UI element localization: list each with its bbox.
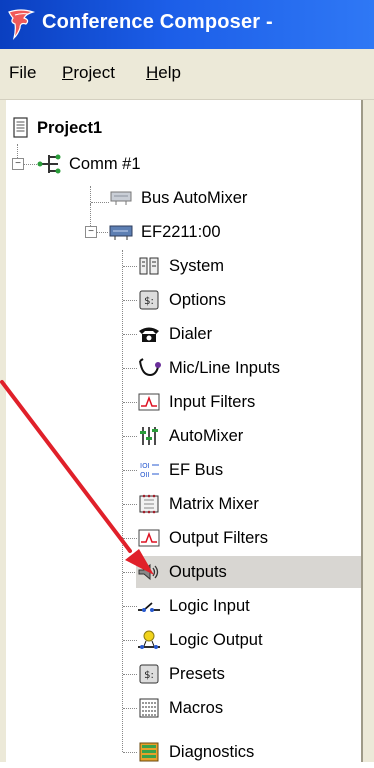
tree-node-automixer[interactable]: AutoMixer xyxy=(136,420,246,452)
logic-input-icon xyxy=(138,602,160,612)
tree-node-label: EF Bus xyxy=(169,460,224,479)
bus-icon: IOI OII xyxy=(140,462,159,479)
window-frame-right xyxy=(362,100,374,762)
menu-project-mnemonic: P xyxy=(62,63,74,82)
tree-node-comm[interactable]: Comm #1 xyxy=(36,148,144,180)
tree-line xyxy=(123,470,137,471)
svg-text:$:: $: xyxy=(144,296,154,307)
project-tree[interactable]: Project1 − Comm #1 Bus AutoMixer − EF221… xyxy=(6,100,362,762)
tree-line xyxy=(123,752,137,753)
tree-line xyxy=(122,250,123,752)
tree-node-input-filters[interactable]: Input Filters xyxy=(136,386,258,418)
tree-node-matrix-mixer[interactable]: Matrix Mixer xyxy=(136,488,262,520)
presets-icon: $: xyxy=(139,664,159,684)
tree-node-device[interactable]: EF2211:00 xyxy=(108,216,224,248)
tree-line xyxy=(123,640,137,641)
window-divider xyxy=(361,100,363,762)
tree-node-label: System xyxy=(169,256,225,275)
network-icon xyxy=(37,154,61,174)
tree-node-label: EF2211:00 xyxy=(141,222,221,241)
tree-node-label: Bus AutoMixer xyxy=(141,188,248,207)
tree-node-label: Matrix Mixer xyxy=(169,494,259,513)
menu-help-rest: elp xyxy=(158,63,181,82)
tree-line xyxy=(123,334,137,335)
menu-help-mnemonic: H xyxy=(146,63,159,82)
tree-node-output-filters[interactable]: Output Filters xyxy=(136,522,271,554)
tree-node-label: Input Filters xyxy=(169,392,256,411)
device-icon xyxy=(109,225,133,240)
svg-text:OII: OII xyxy=(140,471,150,479)
tree-node-label: Comm #1 xyxy=(69,154,141,173)
tree-line xyxy=(123,368,137,369)
tree-node-dialer[interactable]: Dialer xyxy=(136,318,215,350)
tree-node-label: Options xyxy=(169,290,226,309)
options-icon: $: xyxy=(139,290,159,310)
tree-node-label: Dialer xyxy=(169,324,213,343)
tree-line xyxy=(123,436,137,437)
matrix-icon xyxy=(139,494,159,514)
app-logo-icon xyxy=(8,9,36,40)
svg-text:IOI: IOI xyxy=(140,462,150,470)
tree-line xyxy=(123,708,137,709)
tree-node-mic-line-inputs[interactable]: Mic/Line Inputs xyxy=(136,352,283,384)
filter-icon xyxy=(138,393,160,411)
filter-icon xyxy=(138,529,160,547)
tree-node-label: Output Filters xyxy=(169,528,269,547)
logic-output-icon xyxy=(138,630,160,649)
tree-node-label: AutoMixer xyxy=(169,426,244,445)
speaker-icon xyxy=(138,563,159,581)
tree-line xyxy=(90,186,91,226)
device-icon xyxy=(110,191,132,205)
macros-icon xyxy=(139,698,159,718)
tree-node-label: Project1 xyxy=(37,118,103,137)
tree-node-macros[interactable]: Macros xyxy=(136,692,226,724)
menu-project[interactable]: Project xyxy=(62,63,115,83)
system-icon xyxy=(139,257,159,275)
tree-node-options[interactable]: $: Options xyxy=(136,284,229,316)
diagnostics-icon xyxy=(139,742,159,762)
tree-line xyxy=(123,674,137,675)
tree-node-project[interactable]: Project1 xyxy=(12,112,105,144)
tree-node-label: Logic Input xyxy=(169,596,250,615)
tree-line xyxy=(91,202,109,203)
tree-line xyxy=(96,232,108,233)
tree-node-presets[interactable]: $: Presets xyxy=(136,658,228,690)
tree-line xyxy=(123,300,137,301)
menu-project-rest: roject xyxy=(73,63,115,82)
tree-node-label: Mic/Line Inputs xyxy=(169,358,280,377)
document-icon xyxy=(13,117,28,138)
faders-icon xyxy=(140,427,158,445)
tree-node-diagnostics[interactable]: Diagnostics xyxy=(136,736,257,768)
tree-line xyxy=(123,572,137,573)
tree-node-ef-bus[interactable]: IOI OII EF Bus xyxy=(136,454,226,486)
tree-line xyxy=(123,402,137,403)
tree-node-label: Logic Output xyxy=(169,630,263,649)
tree-node-logic-input[interactable]: Logic Input xyxy=(136,590,253,622)
app-window: Conference Composer - File Project Help xyxy=(0,0,374,762)
tree-line xyxy=(123,538,137,539)
tree-node-label: Presets xyxy=(169,664,225,683)
menu-file-label: File xyxy=(9,63,37,82)
phone-icon xyxy=(139,327,159,342)
menu-file[interactable]: File xyxy=(9,63,36,83)
tree-node-bus-automixer[interactable]: Bus AutoMixer xyxy=(108,182,250,214)
tree-line xyxy=(123,266,137,267)
tree-node-label: Outputs xyxy=(169,562,227,581)
tree-node-system[interactable]: System xyxy=(136,250,227,282)
svg-text:$:: $: xyxy=(144,670,154,681)
window-title: Conference Composer - xyxy=(42,11,273,33)
tree-line xyxy=(123,504,137,505)
title-bar[interactable]: Conference Composer - xyxy=(0,0,374,49)
tree-line xyxy=(123,606,137,607)
mic-icon xyxy=(139,358,161,377)
tree-line xyxy=(23,164,37,165)
menu-bar: File Project Help xyxy=(0,49,374,100)
menu-help[interactable]: Help xyxy=(146,63,181,83)
tree-node-logic-output[interactable]: Logic Output xyxy=(136,624,266,656)
tree-node-outputs[interactable]: Outputs xyxy=(136,556,362,588)
tree-node-label: Diagnostics xyxy=(169,742,255,761)
tree-node-label: Macros xyxy=(169,698,224,717)
